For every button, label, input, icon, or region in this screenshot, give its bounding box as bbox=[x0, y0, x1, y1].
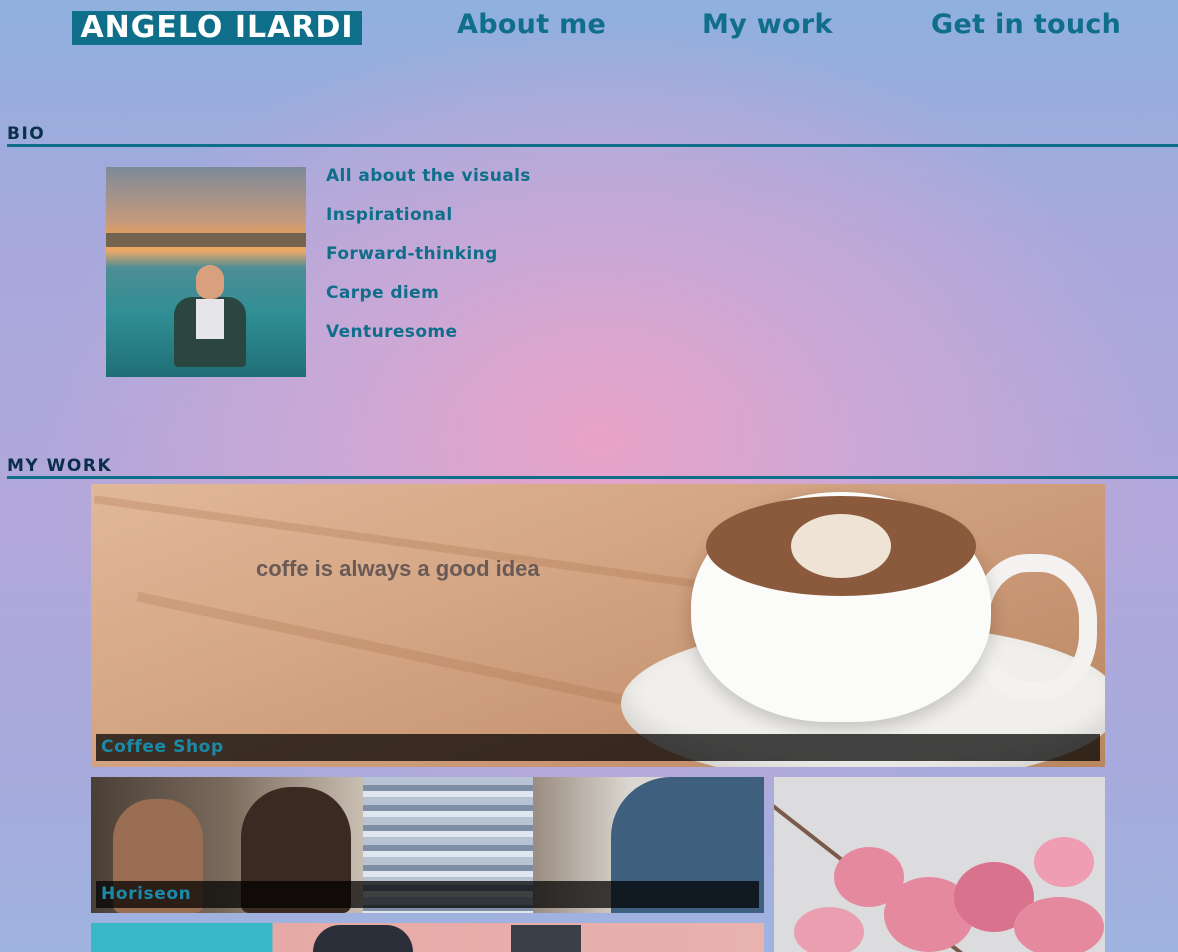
nav-link-my-work[interactable]: My work bbox=[702, 6, 833, 44]
bio-trait: Carpe diem bbox=[326, 283, 440, 303]
bio-divider bbox=[7, 144, 1178, 147]
nav-link-about-me[interactable]: About me bbox=[457, 6, 606, 44]
photo-skyline bbox=[106, 233, 306, 247]
profile-photo bbox=[106, 167, 306, 377]
project-title[interactable]: Coffee Shop bbox=[96, 734, 1100, 761]
blossom-image bbox=[1034, 837, 1094, 887]
project-card-horiseon[interactable]: Horiseon bbox=[91, 777, 764, 913]
blossom-image bbox=[1014, 897, 1104, 952]
project-card-coffee-shop[interactable]: coffe is always a good idea Coffee Shop bbox=[91, 484, 1105, 767]
project-card-blossoms[interactable] bbox=[774, 777, 1105, 952]
nav-link-get-in-touch[interactable]: Get in touch bbox=[931, 6, 1121, 44]
project-title[interactable]: Horiseon bbox=[96, 881, 759, 908]
my-work-divider bbox=[7, 476, 1178, 479]
photo-person-head bbox=[196, 265, 224, 299]
site-logo[interactable]: ANGELO ILARDI bbox=[72, 11, 362, 45]
latte-art-image bbox=[791, 514, 891, 578]
photo-person-shirt bbox=[196, 299, 224, 339]
window-image bbox=[511, 925, 581, 952]
bio-trait: Inspirational bbox=[326, 205, 453, 225]
project-card-building[interactable] bbox=[91, 923, 764, 952]
bio-trait: Forward-thinking bbox=[326, 244, 498, 264]
project-image-text: coffe is always a good idea bbox=[256, 556, 540, 581]
wood-grain bbox=[93, 495, 789, 601]
bio-trait: All about the visuals bbox=[326, 166, 531, 186]
bio-trait: Venturesome bbox=[326, 322, 458, 342]
blossom-image bbox=[794, 907, 864, 952]
site-header: ANGELO ILARDI About me My work Get in to… bbox=[0, 0, 1178, 60]
window-image bbox=[313, 925, 413, 952]
